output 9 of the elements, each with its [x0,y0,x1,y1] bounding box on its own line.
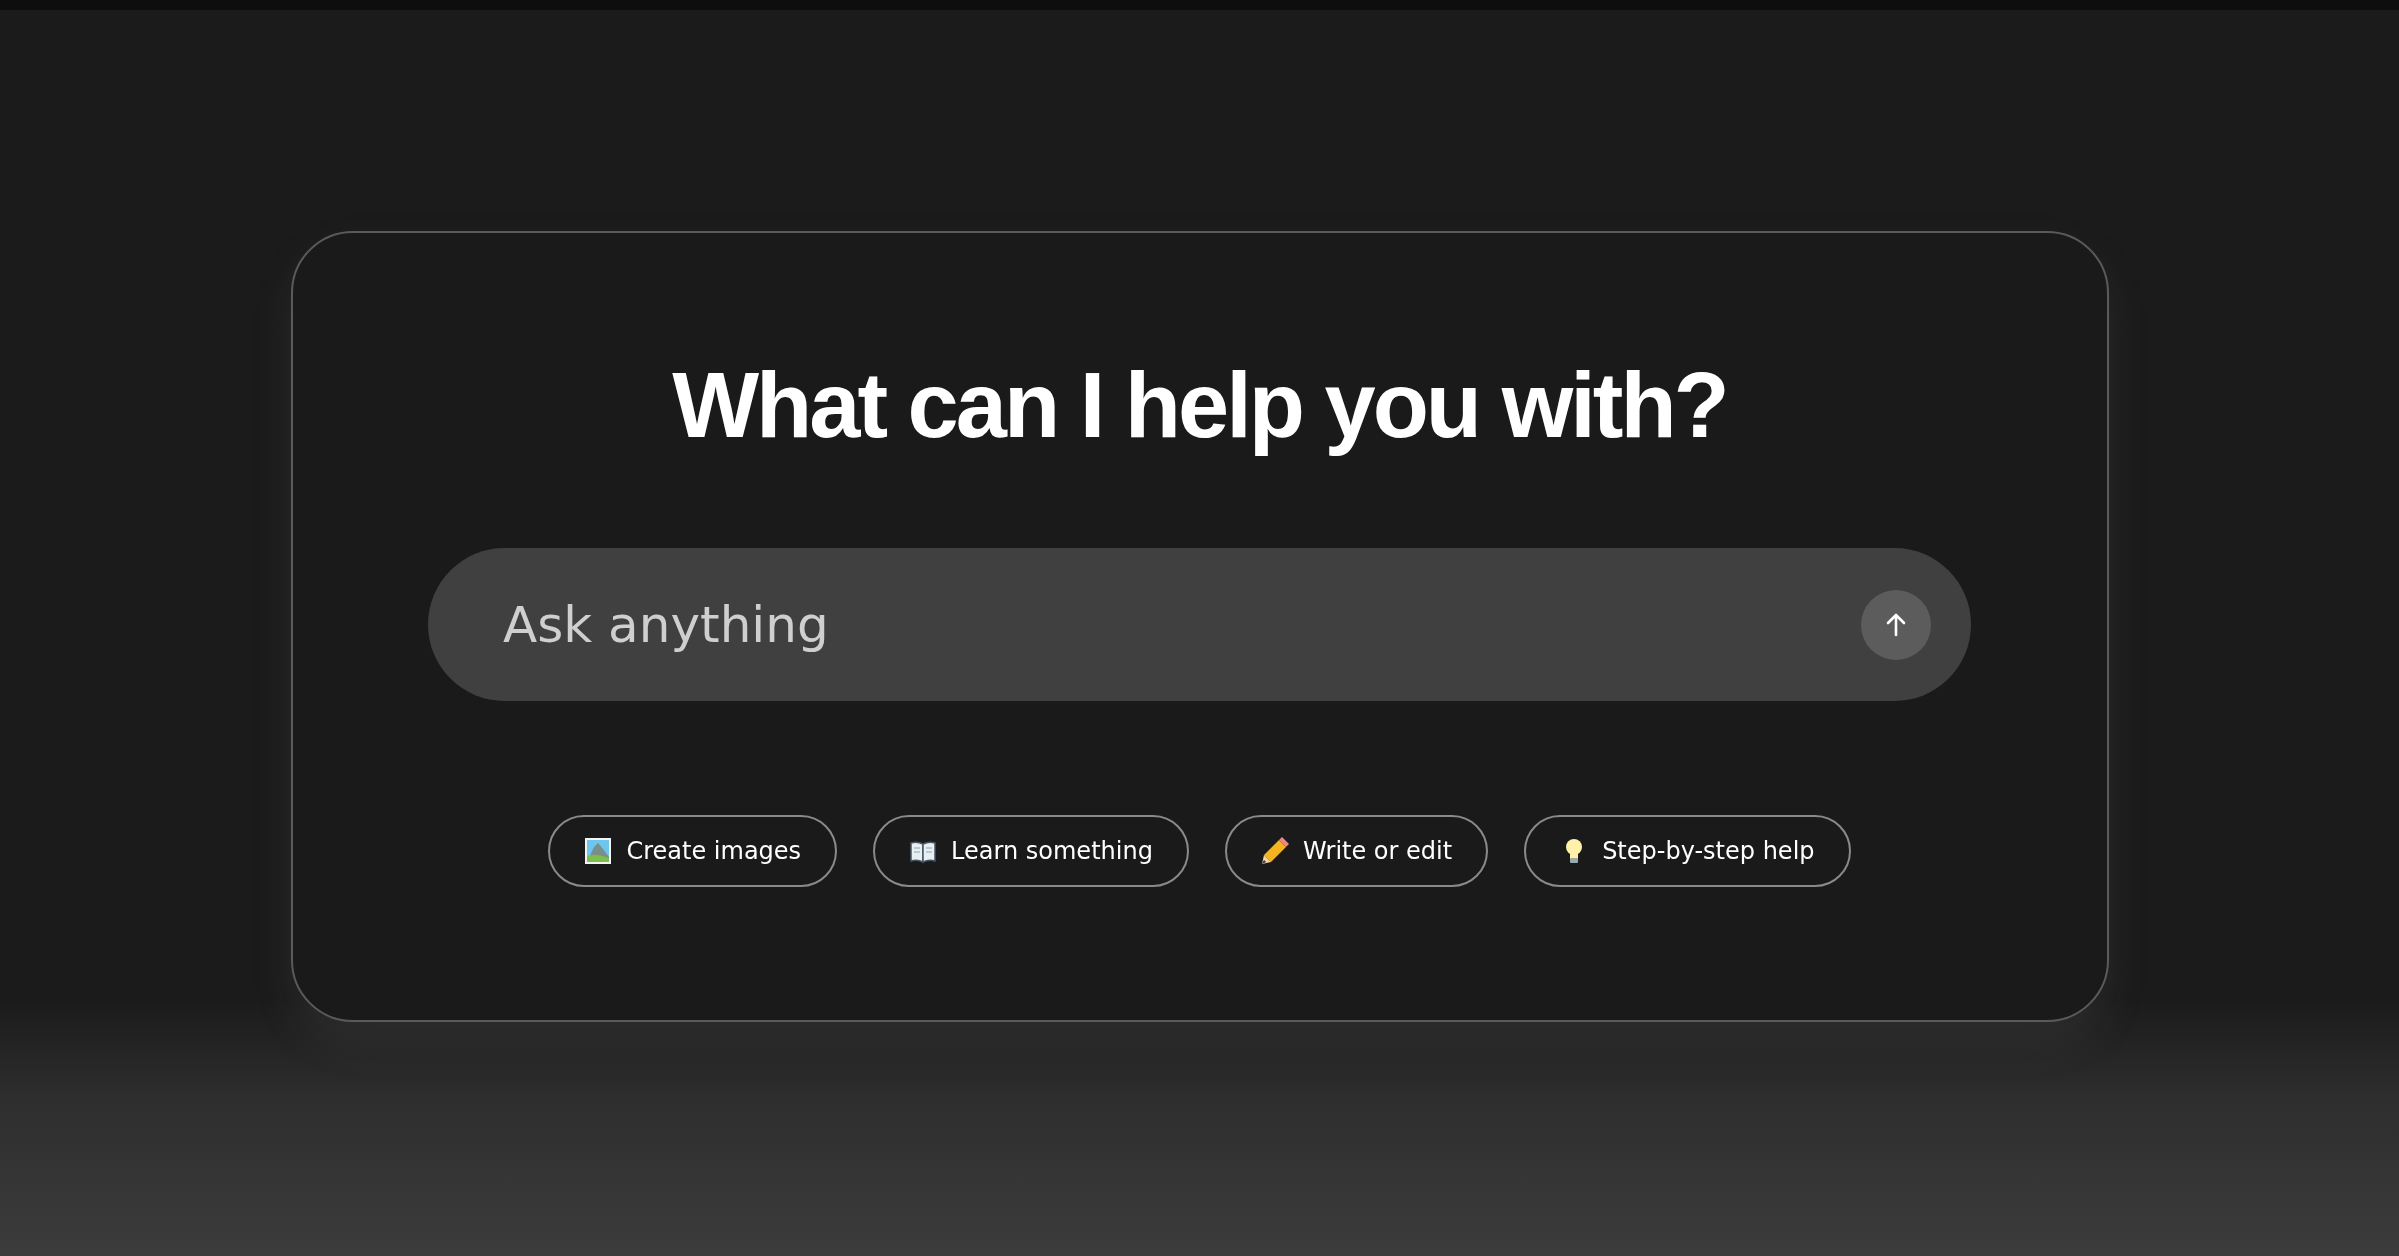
suggestion-chip[interactable]: Write or edit [1224,815,1489,888]
pencil-icon [1260,837,1289,866]
suggestion-chip[interactable]: Learn something [873,815,1189,888]
suggestion-chip[interactable]: Create images [548,815,838,888]
heading: What can I help you with? [672,355,1727,457]
picture-icon [584,837,613,866]
prompt-field[interactable]: Ask anything [428,548,1971,702]
suggestion-chip[interactable]: Step-by-step help [1524,815,1851,888]
text-input[interactable]: Ask anything [501,594,1861,655]
